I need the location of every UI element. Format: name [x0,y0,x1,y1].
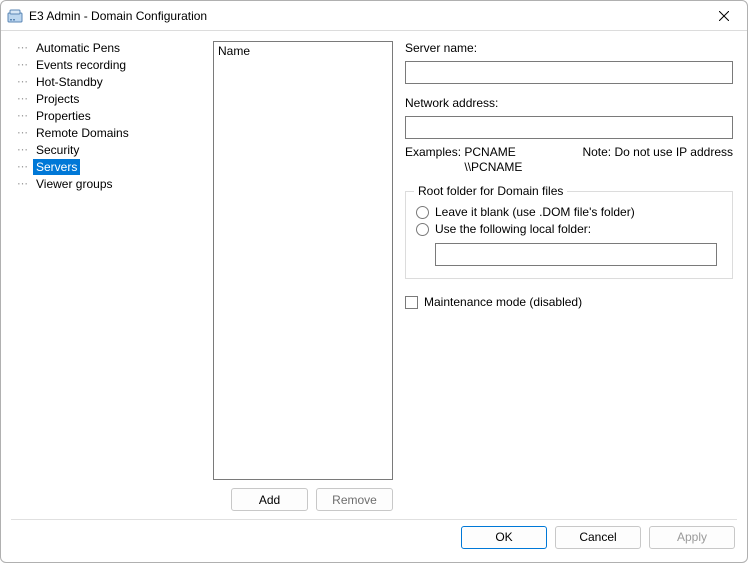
radio-leave-blank-label: Leave it blank (use .DOM file's folder) [435,205,635,219]
examples-text: Examples: PCNAME Examples: \\PCNAME [405,145,522,175]
root-folder-group: Root folder for Domain files Leave it bl… [405,191,733,279]
ok-button[interactable]: OK [461,526,547,549]
tree-dots-icon: ⋯ [17,92,31,105]
tree-item-servers[interactable]: ⋯Servers [9,158,209,175]
radio-use-local[interactable]: Use the following local folder: [416,222,722,236]
nav-tree: ⋯Automatic Pens⋯Events recording⋯Hot-Sta… [9,37,209,519]
list-column-header: Name [218,44,250,58]
tree-item-label: Automatic Pens [33,40,123,56]
examples-label: Examples: [405,145,461,159]
example-2: \\PCNAME [464,160,522,174]
tree-item-automatic-pens[interactable]: ⋯Automatic Pens [9,39,209,56]
app-icon [7,8,23,24]
tree-item-properties[interactable]: ⋯Properties [9,107,209,124]
servers-listbox[interactable]: Name [213,41,393,480]
dialog-button-bar: OK Cancel Apply [1,520,747,562]
cancel-button[interactable]: Cancel [555,526,641,549]
content-area: ⋯Automatic Pens⋯Events recording⋯Hot-Sta… [1,31,747,519]
tree-item-remote-domains[interactable]: ⋯Remote Domains [9,124,209,141]
tree-dots-icon: ⋯ [17,41,31,54]
servers-list-panel: Name Add Remove [213,41,393,519]
list-buttons: Add Remove [213,488,393,511]
tree-item-label: Servers [33,159,80,175]
title-bar: E3 Admin - Domain Configuration [1,1,747,31]
tree-item-label: Events recording [33,57,129,73]
tree-dots-icon: ⋯ [17,177,31,190]
tree-item-label: Projects [33,91,82,107]
radio-icon [416,223,429,236]
tree-dots-icon: ⋯ [17,109,31,122]
tree-dots-icon: ⋯ [17,143,31,156]
maintenance-mode-label: Maintenance mode (disabled) [424,295,582,309]
tree-dots-icon: ⋯ [17,58,31,71]
network-address-label: Network address: [405,96,733,110]
server-name-label: Server name: [405,41,733,55]
remove-button[interactable]: Remove [316,488,393,511]
example-1: PCNAME [464,145,515,159]
close-icon [719,11,729,21]
tree-item-label: Hot-Standby [33,74,106,90]
tree-dots-icon: ⋯ [17,160,31,173]
server-form: Server name: Network address: Examples: … [405,37,739,519]
note-text: Note: Do not use IP address [582,145,733,175]
tree-item-label: Security [33,142,82,158]
tree-item-events-recording[interactable]: ⋯Events recording [9,56,209,73]
maintenance-mode-checkbox[interactable]: Maintenance mode (disabled) [405,295,733,309]
radio-icon [416,206,429,219]
apply-button[interactable]: Apply [649,526,735,549]
tree-item-hot-standby[interactable]: ⋯Hot-Standby [9,73,209,90]
tree-item-label: Properties [33,108,94,124]
server-name-input[interactable] [405,61,733,84]
tree-item-label: Viewer groups [33,176,116,192]
add-button[interactable]: Add [231,488,308,511]
close-button[interactable] [709,5,739,27]
root-folder-legend: Root folder for Domain files [414,184,567,198]
radio-use-local-label: Use the following local folder: [435,222,591,236]
tree-item-label: Remote Domains [33,125,132,141]
window-title: E3 Admin - Domain Configuration [29,9,709,23]
local-folder-input[interactable] [435,243,717,266]
radio-leave-blank[interactable]: Leave it blank (use .DOM file's folder) [416,205,722,219]
tree-item-security[interactable]: ⋯Security [9,141,209,158]
network-address-input[interactable] [405,116,733,139]
checkbox-icon [405,296,418,309]
examples-note-row: Examples: PCNAME Examples: \\PCNAME Note… [405,145,733,175]
tree-dots-icon: ⋯ [17,126,31,139]
tree-item-projects[interactable]: ⋯Projects [9,90,209,107]
tree-item-viewer-groups[interactable]: ⋯Viewer groups [9,175,209,192]
tree-dots-icon: ⋯ [17,75,31,88]
